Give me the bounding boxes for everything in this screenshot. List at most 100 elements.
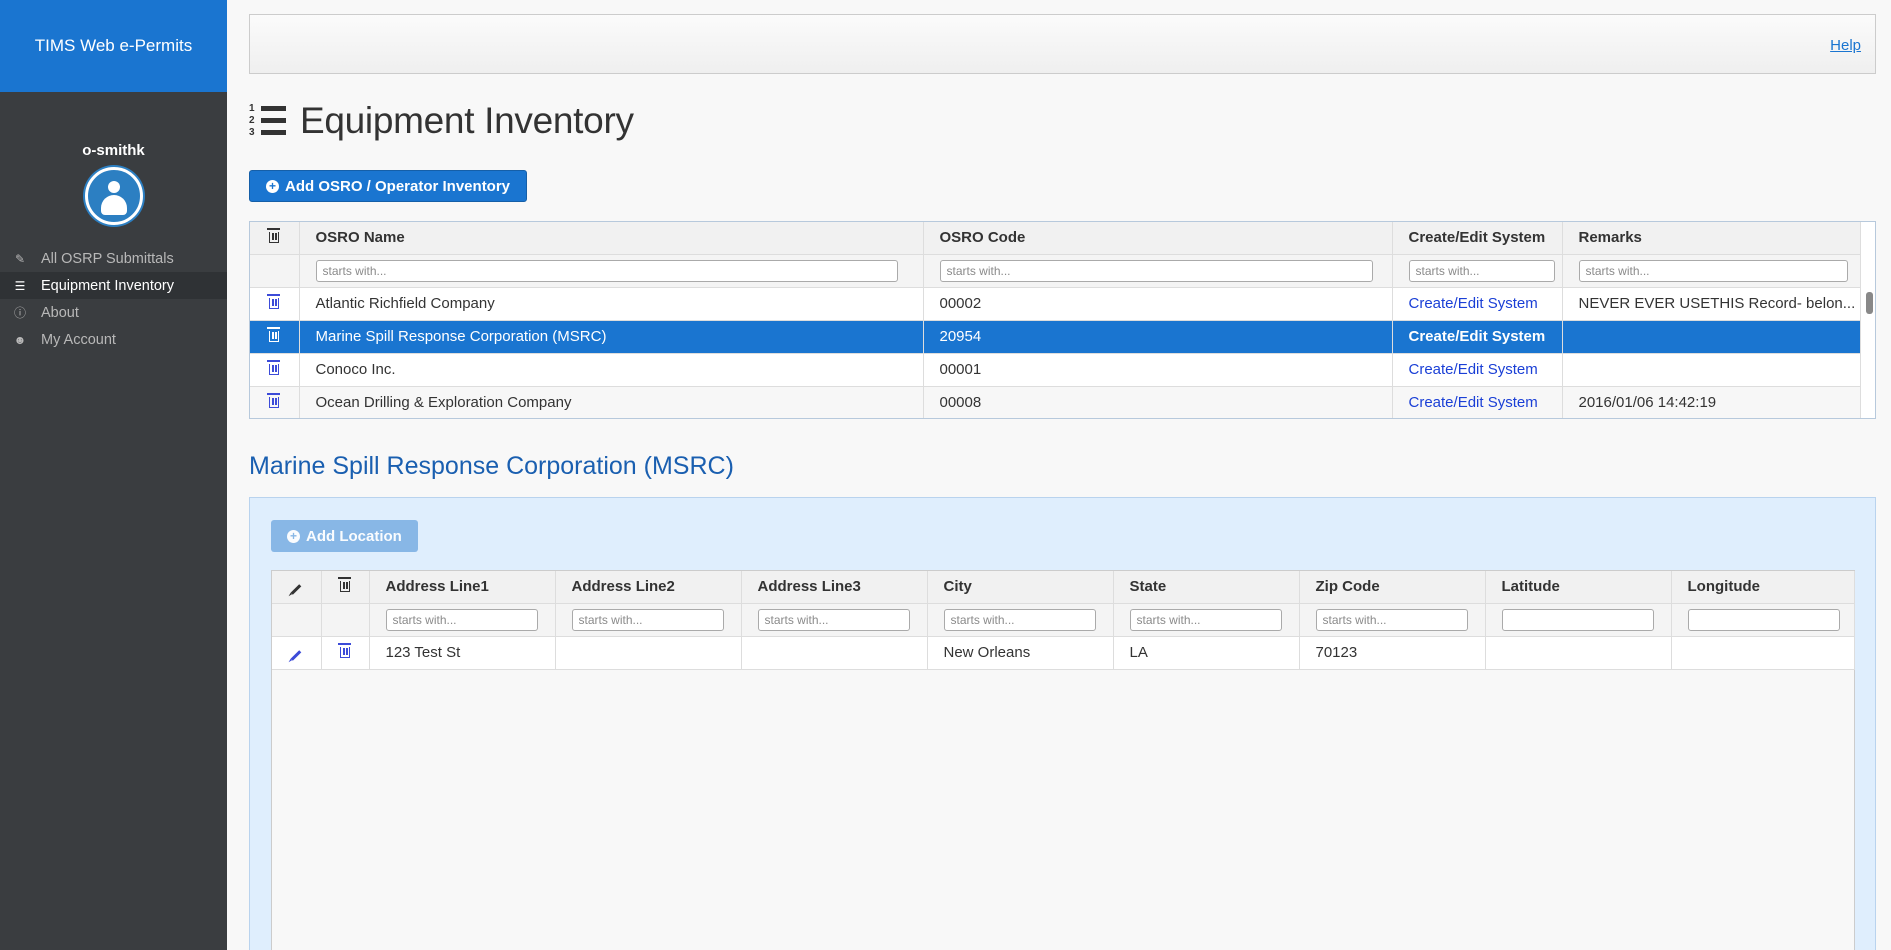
city-cell: New Orleans xyxy=(927,636,1114,670)
column-header-address-line2[interactable]: Address Line2 xyxy=(555,571,742,604)
delete-row-icon[interactable] xyxy=(267,326,281,342)
plus-circle-icon: + xyxy=(287,529,300,543)
add-location-label: Add Location xyxy=(306,527,402,545)
ordered-list-icon: 1 2 3 xyxy=(249,103,286,139)
table-row[interactable]: Atlantic Richfield Company 00002 Create/… xyxy=(250,287,1861,321)
help-link[interactable]: Help xyxy=(1830,37,1861,54)
address-line1-cell: 123 Test St xyxy=(369,636,556,670)
address-line3-cell xyxy=(741,636,928,670)
sidebar-item-label: All OSRP Submittals xyxy=(41,250,174,267)
create-edit-system-link[interactable]: Create/Edit System xyxy=(1409,361,1538,378)
delete-row-icon[interactable] xyxy=(338,642,351,658)
column-header-osro-code[interactable]: OSRO Code xyxy=(923,222,1393,255)
sidebar-item-about[interactable]: ⓘ About xyxy=(0,299,227,326)
sidebar: TIMS Web e-Permits o-smithk ✎ All OSRP S… xyxy=(0,0,227,950)
longitude-cell xyxy=(1671,636,1855,670)
sidebar-item-equipment-inventory[interactable]: ☰ Equipment Inventory xyxy=(0,272,227,299)
sidebar-item-label: Equipment Inventory xyxy=(41,277,174,294)
trash-icon xyxy=(267,227,281,243)
app-title[interactable]: TIMS Web e-Permits xyxy=(0,0,227,92)
delete-row-icon[interactable] xyxy=(267,359,281,375)
osro-name-cell: Atlantic Richfield Company xyxy=(299,287,924,321)
sidebar-item-label: My Account xyxy=(41,331,116,348)
zip-code-cell: 70123 xyxy=(1299,636,1486,670)
column-header-city[interactable]: City xyxy=(927,571,1114,604)
add-osro-inventory-button[interactable]: + Add OSRO / Operator Inventory xyxy=(249,170,528,202)
detail-title: Marine Spill Response Corporation (MSRC) xyxy=(249,452,734,480)
column-header-osro-name[interactable]: OSRO Name xyxy=(299,222,924,255)
column-header-remarks[interactable]: Remarks xyxy=(1562,222,1861,255)
add-location-button[interactable]: + Add Location xyxy=(271,520,418,552)
table-row[interactable]: Ocean Drilling & Exploration Company 000… xyxy=(250,386,1861,418)
column-header-latitude[interactable]: Latitude xyxy=(1485,571,1672,604)
sidebar-item-my-account[interactable]: ☻ My Account xyxy=(0,326,227,353)
page-header: 1 2 3 Equipment Inventory xyxy=(249,100,634,142)
create-edit-system-link[interactable]: Create/Edit System xyxy=(1409,328,1546,345)
filter-zip-code[interactable] xyxy=(1315,608,1468,631)
edit-column-header xyxy=(272,571,322,604)
remarks-cell xyxy=(1562,320,1861,354)
avatar-head xyxy=(107,181,120,193)
edit-icon: ✎ xyxy=(14,251,26,266)
filter-osro-code[interactable] xyxy=(939,259,1374,282)
edit-row-icon[interactable] xyxy=(290,650,302,661)
filter-longitude[interactable] xyxy=(1687,608,1840,631)
sidebar-nav: ✎ All OSRP Submittals ☰ Equipment Invent… xyxy=(0,245,227,353)
info-icon: ⓘ xyxy=(13,306,26,320)
filter-latitude[interactable] xyxy=(1501,608,1654,631)
username: o-smithk xyxy=(82,142,145,159)
osro-code-cell: 20954 xyxy=(923,320,1393,354)
create-edit-system-link[interactable]: Create/Edit System xyxy=(1409,295,1538,312)
osro-code-cell: 00002 xyxy=(923,287,1393,321)
plus-circle-icon: + xyxy=(266,179,279,193)
latitude-cell xyxy=(1485,636,1672,670)
table-row[interactable]: Conoco Inc. 00001 Create/Edit System xyxy=(250,353,1861,387)
osro-name-cell: Ocean Drilling & Exploration Company xyxy=(299,386,924,418)
avatar[interactable] xyxy=(84,167,143,225)
column-header-address-line1[interactable]: Address Line1 xyxy=(369,571,556,604)
osro-code-cell: 00008 xyxy=(923,386,1393,418)
filter-row xyxy=(250,254,1861,288)
filter-address-line3[interactable] xyxy=(757,608,910,631)
remarks-cell xyxy=(1562,353,1861,387)
inventory-grid: OSRO Name OSRO Code Create/Edit System R… xyxy=(249,221,1876,419)
filter-address-line1[interactable] xyxy=(385,608,538,631)
column-header-address-line3[interactable]: Address Line3 xyxy=(741,571,928,604)
sidebar-item-label: About xyxy=(41,304,79,321)
osro-name-cell: Marine Spill Response Corporation (MSRC) xyxy=(299,320,924,354)
column-header-state[interactable]: State xyxy=(1113,571,1300,604)
sidebar-item-all-osrp-submittals[interactable]: ✎ All OSRP Submittals xyxy=(0,245,227,272)
address-line2-cell xyxy=(555,636,742,670)
filter-address-line2[interactable] xyxy=(571,608,724,631)
filter-spacer xyxy=(250,254,300,288)
osro-code-cell: 00001 xyxy=(923,353,1393,387)
delete-row-icon[interactable] xyxy=(267,293,281,309)
filter-remarks[interactable] xyxy=(1578,259,1849,282)
osro-name-cell: Conoco Inc. xyxy=(299,353,924,387)
top-bar: Help xyxy=(249,14,1876,74)
filter-osro-name[interactable] xyxy=(315,259,899,282)
add-osro-inventory-label: Add OSRO / Operator Inventory xyxy=(285,177,511,195)
column-header-longitude[interactable]: Longitude xyxy=(1671,571,1855,604)
user-icon: ☻ xyxy=(13,332,27,347)
trash-icon xyxy=(338,576,351,592)
grid-scrollbar[interactable] xyxy=(1866,292,1873,314)
column-header-zip-code[interactable]: Zip Code xyxy=(1299,571,1486,604)
filter-state[interactable] xyxy=(1129,608,1282,631)
create-edit-system-link[interactable]: Create/Edit System xyxy=(1409,394,1538,411)
filter-city[interactable] xyxy=(943,608,1096,631)
delete-column-header xyxy=(321,571,370,604)
state-cell: LA xyxy=(1113,636,1300,670)
table-row-selected[interactable]: Marine Spill Response Corporation (MSRC)… xyxy=(250,320,1861,354)
page-title: Equipment Inventory xyxy=(300,100,634,141)
list-icon: ☰ xyxy=(14,278,26,293)
filter-create-edit-system[interactable] xyxy=(1408,259,1556,282)
remarks-cell: NEVER EVER USETHIS Record- belon... xyxy=(1562,287,1861,321)
column-header-create-edit-system[interactable]: Create/Edit System xyxy=(1392,222,1563,255)
delete-row-icon[interactable] xyxy=(267,392,281,408)
user-panel: o-smithk xyxy=(0,92,227,225)
table-row[interactable]: 123 Test St New Orleans LA 70123 xyxy=(272,636,1855,670)
filter-row xyxy=(272,603,1855,637)
avatar-body xyxy=(100,195,127,215)
location-grid: Address Line1 Address Line2 Address Line… xyxy=(271,570,1855,950)
